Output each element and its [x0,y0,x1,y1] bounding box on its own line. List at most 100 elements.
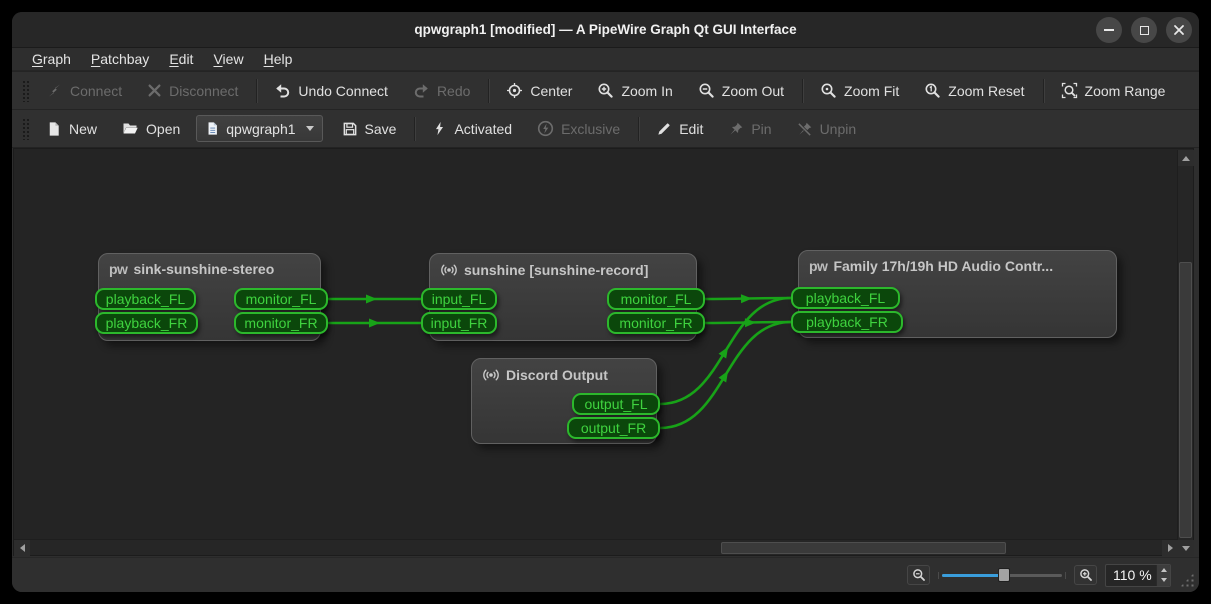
horizontal-scrollbar-thumb[interactable] [721,542,1006,554]
window-controls [1096,17,1192,43]
zoom-reset-label: Zoom Reset [948,83,1024,99]
titlebar[interactable]: qpwgraph1 [modified] — A PipeWire Graph … [12,12,1199,48]
window-resize-grip[interactable] [1180,573,1194,587]
menu-help[interactable]: Help [254,49,303,69]
node-title: Family 17h/19h HD Audio Contr... [833,258,1053,274]
center-icon [506,82,523,99]
activated-bolt-icon [432,121,447,136]
edit-button[interactable]: Edit [647,115,712,143]
port[interactable]: input_FL [421,288,497,310]
menu-view[interactable]: View [203,49,253,69]
pin-icon [728,121,744,137]
zoom-slider[interactable] [942,567,1062,583]
pin-button[interactable]: Pin [719,115,780,143]
spin-arrows [1156,565,1170,586]
port[interactable]: playback_FL [791,287,900,309]
horizontal-scrollbar[interactable] [14,539,1178,555]
save-button[interactable]: Save [333,115,406,143]
connection-arrow [741,294,752,303]
redo-button[interactable]: Redo [404,77,479,105]
zoom-level-value[interactable]: 110 % [1106,565,1156,586]
pin-label: Pin [751,121,771,137]
zoom-fit-label: Zoom Fit [844,83,899,99]
port[interactable]: playback_FL [95,288,196,310]
scroll-down-button[interactable] [1178,540,1194,556]
connections-layer [14,150,1178,540]
zoom-out-label: Zoom Out [722,83,784,99]
zoom-out-button[interactable]: Zoom Out [689,77,793,105]
center-button[interactable]: Center [497,77,581,105]
unpin-button[interactable]: Unpin [788,115,866,143]
spin-up-button[interactable] [1156,565,1170,576]
open-button[interactable]: Open [113,115,189,143]
exclusive-button[interactable]: Exclusive [528,115,629,143]
zoom-range-button[interactable]: Zoom Range [1052,77,1175,105]
unpin-label: Unpin [820,121,857,137]
maximize-icon [1140,26,1149,35]
new-label: New [69,121,97,137]
vertical-scrollbar-thumb[interactable] [1179,262,1192,538]
connection[interactable] [705,322,791,323]
open-folder-icon [122,120,139,137]
menubar: Graph Patchbay Edit View Help [12,48,1199,71]
zoom-fit-icon [820,82,837,99]
menu-edit[interactable]: Edit [159,49,203,69]
port[interactable]: playback_FR [95,312,198,334]
port[interactable]: input_FR [421,312,497,334]
zoom-fit-button[interactable]: Zoom Fit [811,77,908,105]
connect-button[interactable]: Connect [37,77,131,105]
port[interactable]: monitor_FR [607,312,705,334]
port[interactable]: monitor_FL [234,288,328,310]
port[interactable]: playback_FR [791,311,903,333]
toolbar-separator [488,79,489,103]
new-file-icon [46,121,62,137]
connect-icon [46,82,63,99]
connection[interactable] [705,298,791,299]
undo-connect-button[interactable]: Undo Connect [265,77,397,105]
zoom-in-icon [1079,568,1093,582]
zoom-in-icon [597,82,614,99]
node-title: Discord Output [506,367,608,383]
menu-graph[interactable]: Graph [22,49,81,69]
connection-arrow [719,344,732,358]
zoom-in-button[interactable]: Zoom In [588,77,681,105]
scroll-up-button[interactable] [1178,150,1194,166]
activated-button[interactable]: Activated [423,115,521,143]
zoom-out-icon [698,82,715,99]
toolbar-separator [1043,79,1044,103]
port[interactable]: monitor_FR [234,312,328,334]
node-header: Discord Output [482,366,608,384]
zoom-reset-button[interactable]: Zoom Reset [915,77,1033,105]
node-header: pw sink-sunshine-stereo [109,261,274,277]
save-label: Save [365,121,397,137]
spin-down-button[interactable] [1156,575,1170,586]
menu-patchbay[interactable]: Patchbay [81,49,159,69]
zoom-out-icon [912,568,926,582]
arrow-left-icon [20,544,25,552]
undo-icon [274,82,291,99]
app-window: qpwgraph1 [modified] — A PipeWire Graph … [12,12,1199,592]
toolbar-drag-handle[interactable] [22,118,29,140]
maximize-button[interactable] [1131,17,1157,43]
slider-handle[interactable] [998,568,1010,582]
vertical-scrollbar[interactable] [1177,150,1193,556]
broadcast-icon [440,261,458,279]
zoom-reset-icon [924,82,941,99]
close-button[interactable] [1166,17,1192,43]
port[interactable]: output_FR [567,417,660,439]
disconnect-button[interactable]: Disconnect [138,77,247,105]
scroll-left-button[interactable] [14,540,30,556]
port[interactable]: output_FL [572,393,660,415]
graph-canvas[interactable]: pw sink-sunshine-stereo playback_FL play… [14,150,1178,540]
toolbar-drag-handle[interactable] [22,80,29,102]
statusbar-zoom-out-button[interactable] [907,565,930,585]
new-button[interactable]: New [37,115,106,143]
statusbar-zoom-in-button[interactable] [1074,565,1097,585]
minimize-button[interactable] [1096,17,1122,43]
port[interactable]: monitor_FL [607,288,705,310]
window-title: qpwgraph1 [modified] — A PipeWire Graph … [12,12,1199,48]
scroll-right-button[interactable] [1162,540,1178,556]
zoom-level-spinbox[interactable]: 110 % [1105,564,1171,587]
patchbay-selector[interactable]: qpwgraph1 [196,115,322,142]
edit-pencil-icon [656,121,672,137]
